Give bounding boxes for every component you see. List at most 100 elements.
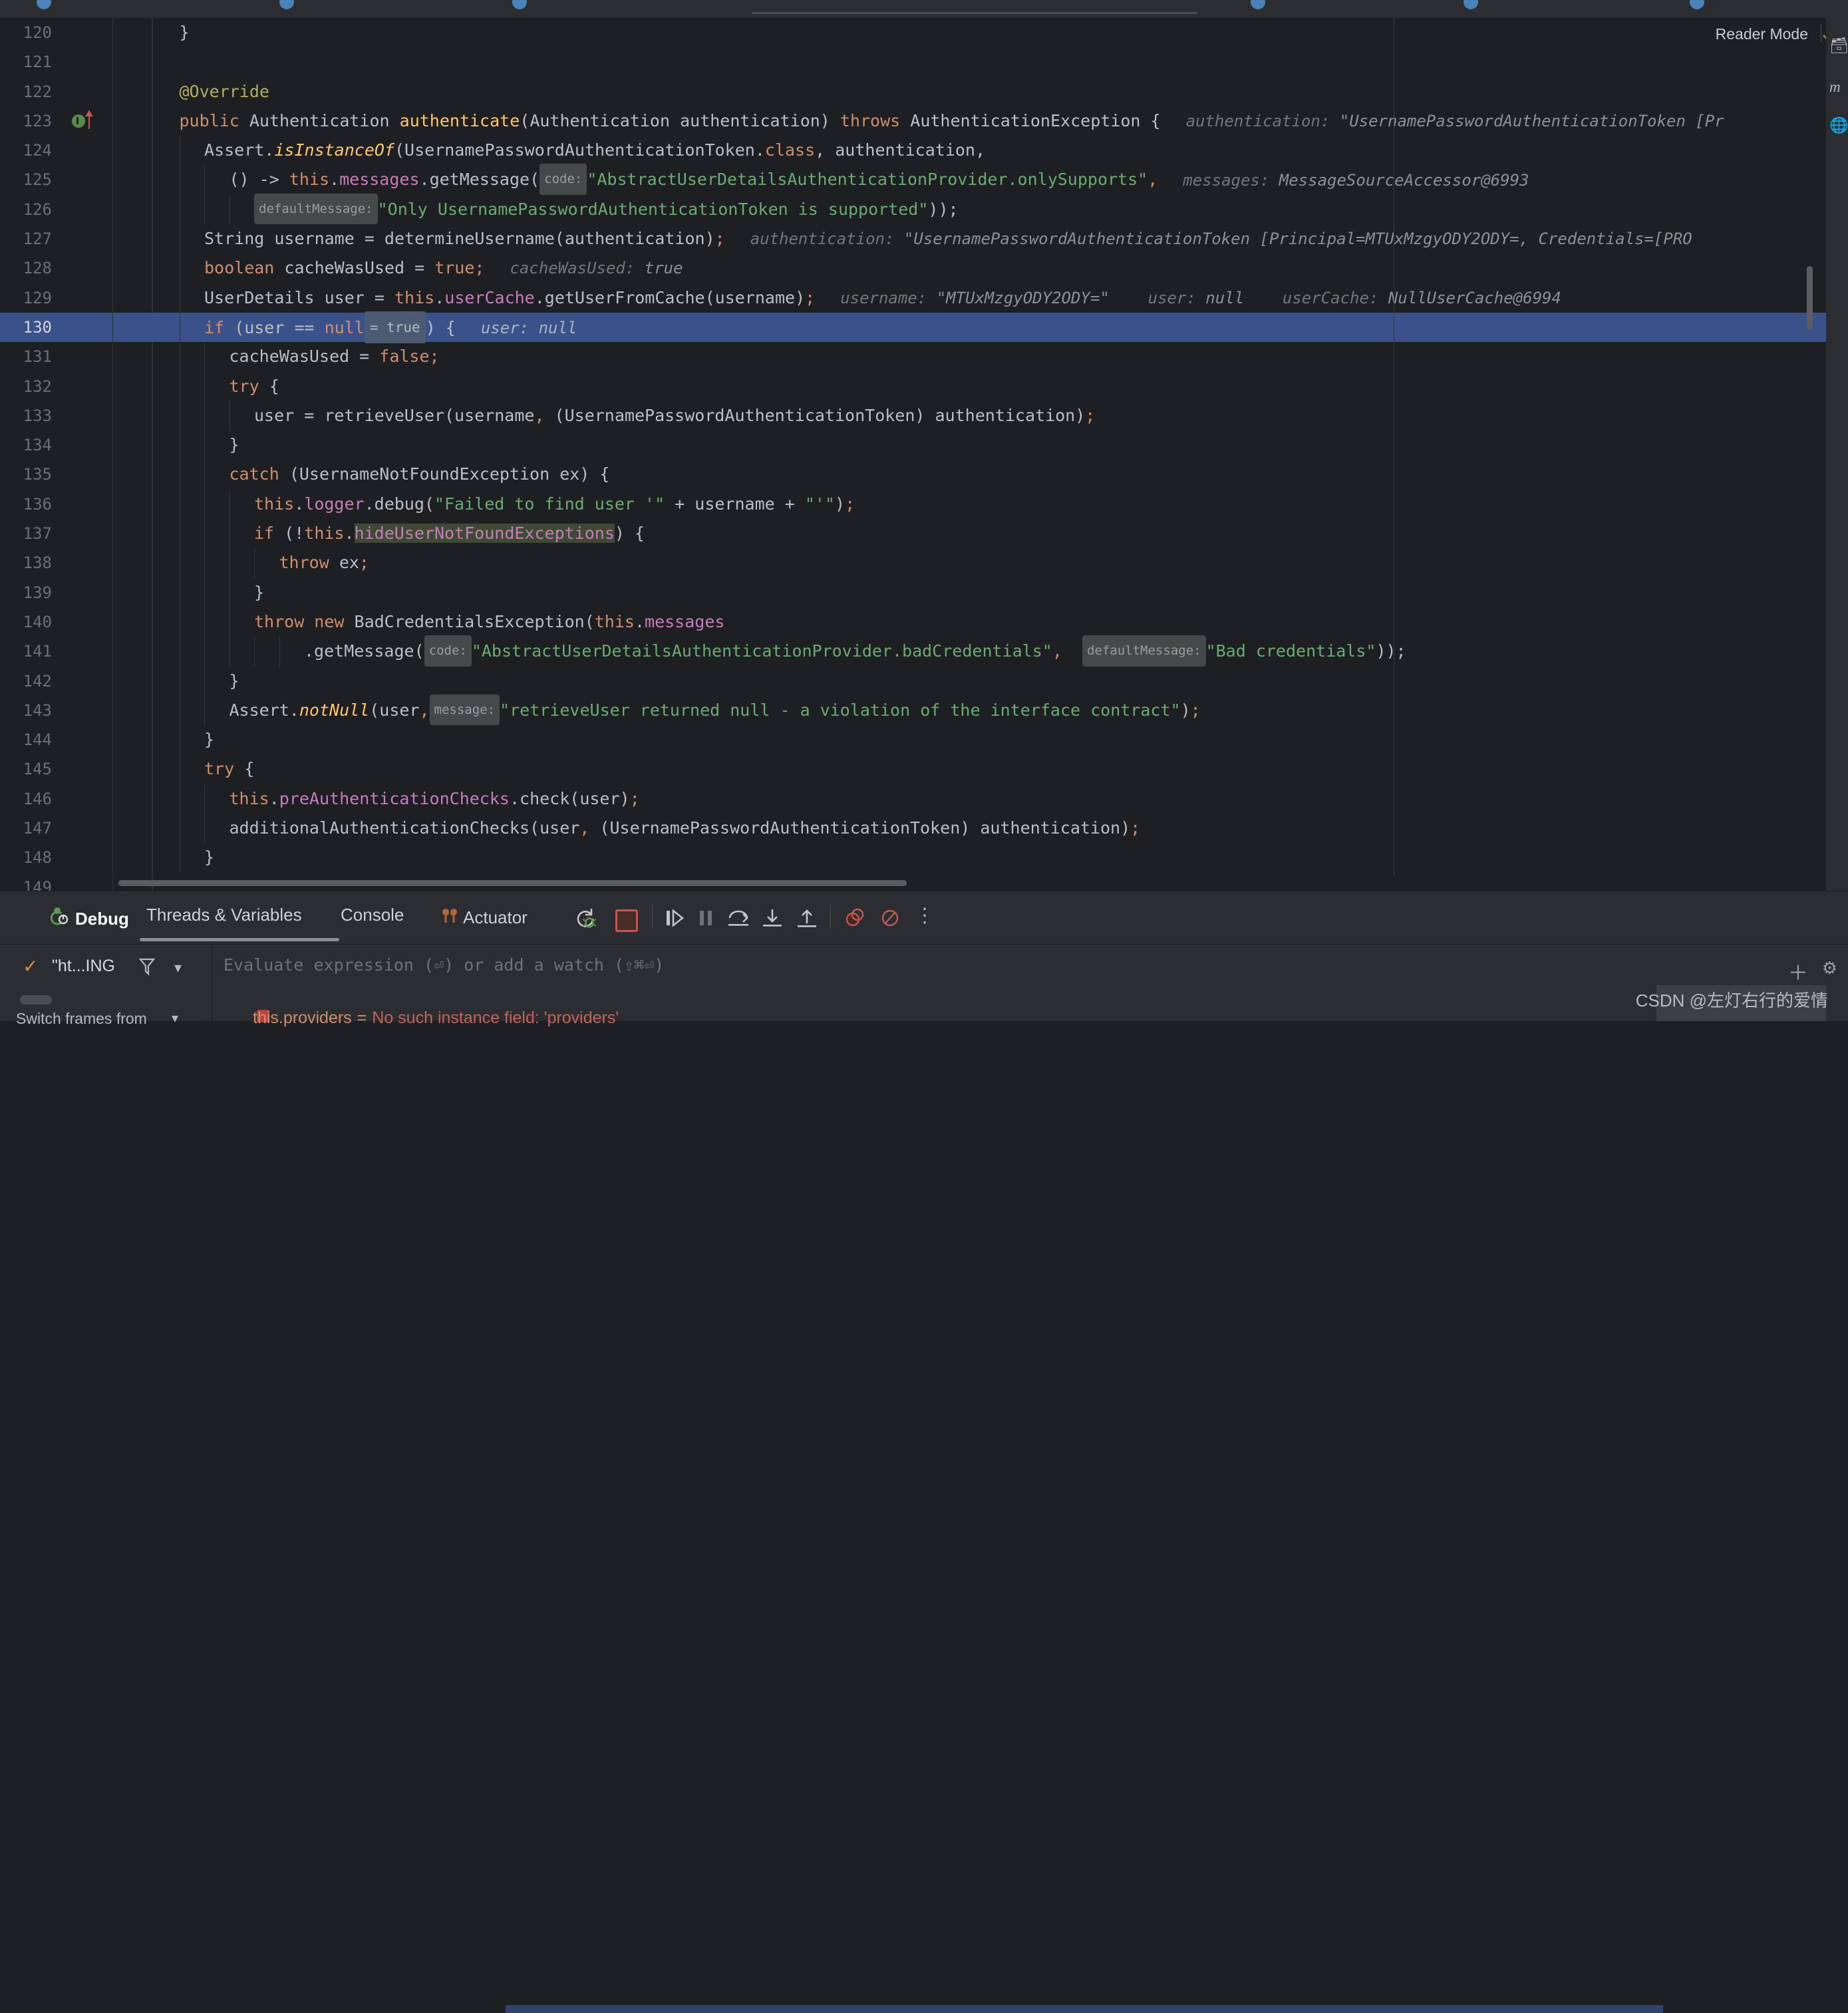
gutter-line-129[interactable]: 129 — [0, 283, 113, 313]
code-line-133[interactable]: user = retrieveUser(username, (UsernameP… — [113, 400, 1848, 431]
parameter-hint-chip[interactable]: defaultMessage: — [254, 193, 378, 225]
gutter-line-135[interactable]: 135 — [0, 460, 113, 489]
tab-threads-variables[interactable]: Threads & Variables — [146, 905, 302, 925]
tab-actuator[interactable]: Actuator — [440, 905, 528, 928]
database-icon[interactable]: 🗃 — [1829, 37, 1848, 55]
code-editor[interactable]: 120 121 122 123 124 125 126 127 128 129 130 131 132 1… — [0, 18, 1848, 897]
code-line-124[interactable]: Assert.isInstanceOf(UsernamePasswordAuth… — [113, 136, 1848, 166]
code-line-142[interactable]: } — [113, 666, 1848, 696]
code-line-137[interactable]: if (!this.hideUserNotFoundExceptions) { — [113, 519, 1848, 549]
more-options-icon[interactable]: ⋮ — [915, 906, 935, 926]
frames-list[interactable]: Switch frames from ▾ — [0, 993, 212, 1027]
debug-panel-body[interactable]: Switch frames from ▾ this.providers = No s… — [0, 993, 1848, 2013]
right-tool-strip[interactable]: 🗃 m 🌐 — [1826, 0, 1848, 1020]
code-line-131[interactable]: cacheWasUsed = false; — [113, 342, 1848, 372]
watch-settings-icon[interactable]: ⚙ — [1822, 958, 1837, 979]
gutter-line-125[interactable]: 125 — [0, 165, 113, 194]
gutter-line-131[interactable]: 131 — [0, 342, 113, 371]
editor-vertical-scrollbar[interactable] — [1807, 266, 1813, 329]
gutter-line-136[interactable]: 136 — [0, 490, 113, 519]
gutter-line-126[interactable]: 126 — [0, 195, 113, 224]
code-line-146[interactable]: this.preAuthenticationChecks.check(user)… — [113, 784, 1848, 814]
tab-console[interactable]: Console — [341, 905, 404, 925]
pause-program-icon[interactable] — [697, 907, 716, 932]
code-line-138[interactable]: throw ex; — [113, 548, 1848, 578]
code-line-145[interactable]: try { — [113, 754, 1848, 784]
code-line-127[interactable]: String username = determineUsername(auth… — [113, 224, 1848, 254]
debugger-inline-value[interactable]: user: null — [481, 319, 577, 337]
code-line-125[interactable]: () -> this.messages.getMessage(code: "Abs… — [113, 164, 1848, 195]
code-line-148[interactable]: } — [113, 843, 1848, 873]
editor-horizontal-scrollbar[interactable] — [118, 880, 907, 886]
code-line-128[interactable]: boolean cacheWasUsed = true; cacheWasUsed… — [113, 253, 1848, 283]
code-line-141[interactable]: .getMessage(code: "AbstractUserDetailsAut… — [113, 635, 1848, 667]
code-line-120[interactable]: } — [113, 18, 1848, 47]
gutter-line-143[interactable]: 143 — [0, 696, 113, 725]
debug-tab-bar[interactable]: Debug Threads & Variables Console Actuat… — [0, 891, 1848, 943]
code-line-140[interactable]: throw new BadCredentialsException(this.m… — [113, 607, 1848, 637]
gutter-line-123[interactable]: 123 — [0, 106, 113, 136]
parameter-hint-chip[interactable]: code: — [539, 164, 587, 195]
gutter-line-130[interactable]: 130 — [0, 312, 113, 343]
frame-dropdown-chevron-icon[interactable]: ▾ — [174, 959, 182, 977]
code-line-130[interactable]: if (user == null = true) {user: null — [113, 311, 1848, 344]
gutter-line-145[interactable]: 145 — [0, 754, 113, 784]
code-line-132[interactable]: try { — [113, 371, 1848, 401]
gutter-line-134[interactable]: 134 — [0, 430, 113, 460]
code-line-147[interactable]: additionalAuthenticationChecks(user, (Us… — [113, 814, 1848, 844]
code-line-144[interactable]: } — [113, 725, 1848, 755]
reader-mode-label[interactable]: Reader Mode — [1716, 25, 1808, 43]
resume-program-icon[interactable] — [665, 907, 688, 932]
parameter-hint-chip[interactable]: message: — [429, 694, 500, 726]
gutter-line-124[interactable]: 124 — [0, 136, 113, 165]
line-number-gutter[interactable]: 120 121 122 123 124 125 126 127 128 129 130 131 132 1… — [0, 18, 113, 897]
view-breakpoints-icon[interactable] — [844, 907, 866, 932]
stop-icon[interactable] — [615, 909, 638, 932]
switch-frames-chevron-icon[interactable]: ▾ — [172, 1010, 178, 1026]
gutter-line-139[interactable]: 139 — [0, 578, 113, 607]
code-line-139[interactable]: } — [113, 577, 1848, 607]
step-into-icon[interactable] — [762, 907, 783, 932]
gutter-line-122[interactable]: 122 — [0, 77, 113, 106]
code-line-123[interactable]: public Authentication authenticate(Authe… — [113, 106, 1848, 136]
frame-selector-label[interactable]: "ht...ING — [52, 957, 115, 976]
gutter-line-146[interactable]: 146 — [0, 784, 113, 814]
debug-tool-window[interactable]: Debug Threads & Variables Console Actuat… — [0, 891, 1848, 2013]
mute-breakpoints-icon[interactable] — [879, 907, 901, 932]
step-over-icon[interactable] — [726, 907, 750, 932]
code-content[interactable]: } @Override public Authentication authenti… — [113, 18, 1848, 891]
gutter-line-140[interactable]: 140 — [0, 607, 113, 637]
gutter-line-133[interactable]: 133 — [0, 401, 113, 430]
debugger-inline-value[interactable]: cacheWasUsed: true — [510, 259, 683, 277]
parameter-hint-chip-2[interactable]: defaultMessage: — [1082, 635, 1206, 667]
debugger-inline-value[interactable]: username: "MTUxMzgyODY2ODY=" user: null … — [840, 289, 1561, 307]
code-line-122[interactable]: @Override — [113, 77, 1848, 106]
filter-icon[interactable] — [138, 957, 156, 980]
gutter-line-120[interactable]: 120 — [0, 18, 113, 47]
gutter-line-137[interactable]: 137 — [0, 519, 113, 548]
tab-debug[interactable]: Debug — [50, 905, 129, 929]
code-line-143[interactable]: Assert.notNull(user, message: "retrieveUse… — [113, 694, 1848, 726]
debugger-inline-value[interactable]: authentication: "UsernamePasswordAuthent… — [750, 230, 1692, 248]
code-line-136[interactable]: this.logger.debug("Failed to find user '… — [113, 489, 1848, 520]
editor-tab-bar[interactable] — [0, 0, 1848, 19]
gutter-line-128[interactable]: 128 — [0, 253, 113, 283]
gutter-line-121[interactable]: 121 — [0, 47, 113, 77]
code-line-134[interactable]: } — [113, 430, 1848, 460]
gutter-line-148[interactable]: 148 — [0, 843, 113, 872]
code-line-135[interactable]: catch (UsernameNotFoundException ex) { — [113, 460, 1848, 490]
gutter-line-142[interactable]: 142 — [0, 667, 113, 696]
step-out-icon[interactable] — [796, 907, 818, 932]
gutter-line-144[interactable]: 144 — [0, 725, 113, 754]
code-line-121[interactable] — [113, 47, 1848, 77]
gutter-line-138[interactable]: 138 — [0, 548, 113, 577]
gutter-line-132[interactable]: 132 — [0, 372, 113, 401]
gutter-line-127[interactable]: 127 — [0, 224, 113, 253]
maven-icon[interactable]: m — [1829, 78, 1841, 96]
inline-evaluated-value[interactable]: = true — [364, 311, 426, 344]
run-to-cursor-icon[interactable] — [72, 114, 85, 128]
evaluate-expression-input[interactable]: Evaluate expression (⏎) or add a watch (… — [224, 955, 664, 975]
debugger-inline-value[interactable]: authentication: "UsernamePasswordAuthent… — [1186, 112, 1724, 130]
code-line-129[interactable]: UserDetails user = this.userCache.getUse… — [113, 283, 1848, 313]
evaluate-expression-row[interactable]: ✓ "ht...ING ▾ Evaluate expression (⏎) or… — [0, 944, 1848, 993]
